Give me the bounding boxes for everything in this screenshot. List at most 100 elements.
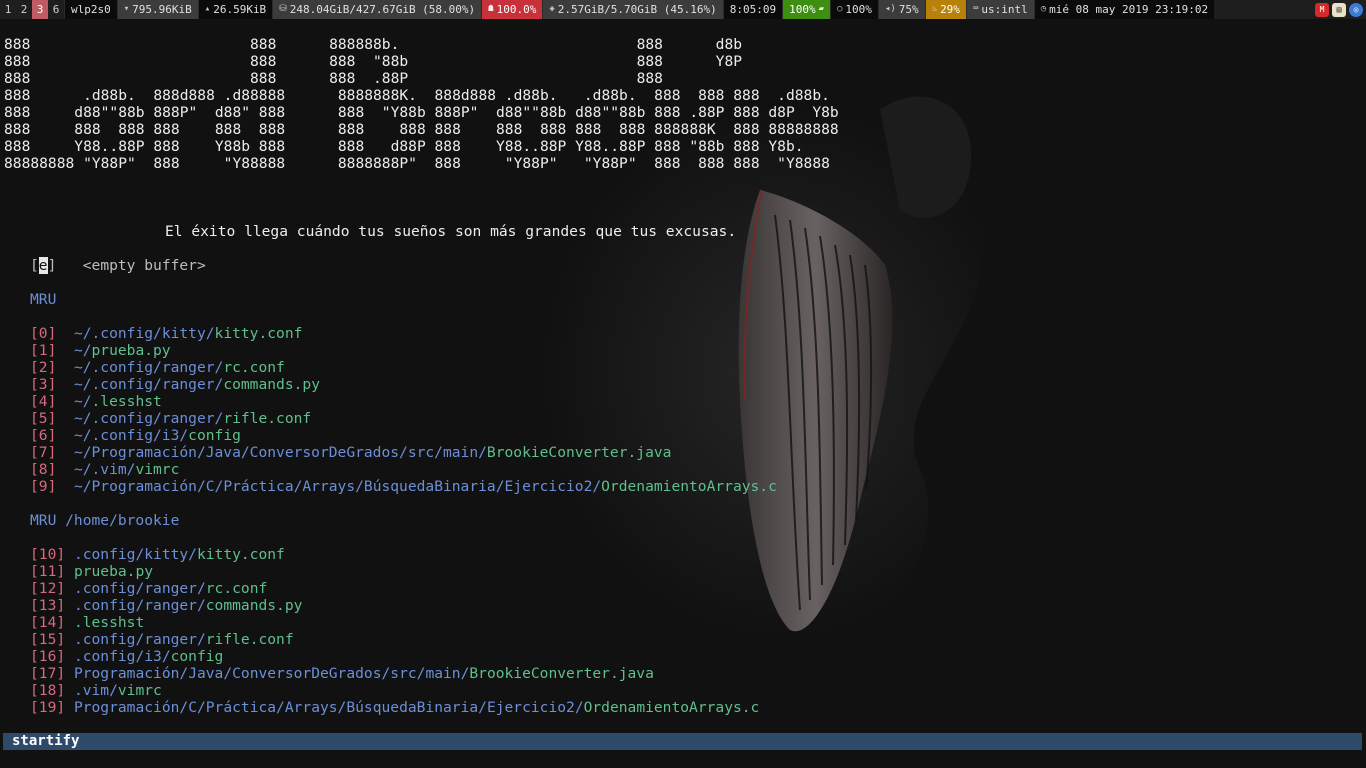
empty-buffer-bracket-close: ] [47, 257, 83, 274]
mru-entry[interactable]: [12] .config/ranger/rc.conf [4, 580, 839, 597]
mru-entry[interactable]: [5] ~/.config/ranger/rifle.conf [4, 410, 839, 427]
entry-dir: .config/ [73, 546, 145, 563]
mru-entry[interactable]: [17] Programación/Java/ConversorDeGrados… [4, 665, 839, 682]
entry-dir: ~/Programación/ [73, 478, 206, 495]
volume-value: 75% [898, 3, 919, 16]
entry-dir: ranger/ [161, 359, 224, 376]
entry-file: .lesshst [91, 393, 162, 410]
mru-entry[interactable]: [6] ~/.config/i3/config [4, 427, 839, 444]
entry-dir: ConversorDeGrados/ [249, 444, 408, 461]
entry-dir: ~/.config/ [73, 325, 162, 342]
entry-dir: i3/ [144, 648, 171, 665]
entry-dir: .vim/ [73, 682, 118, 699]
mru-entry[interactable]: [11] prueba.py [4, 563, 839, 580]
battery: 100% ▰ [782, 0, 830, 19]
entry-dir: Ejercicio2/ [504, 478, 602, 495]
banner-line: 888 888 888 .88P 888 [4, 70, 663, 87]
clipboard-icon[interactable]: ▤ [1332, 2, 1346, 17]
empty-buffer-label: <empty buffer> [82, 257, 206, 274]
entry-dir: C/ [188, 699, 206, 716]
uptime: 8:05:09 [722, 0, 783, 19]
mru-entry[interactable]: [19] Programación/C/Práctica/Arrays/Búsq… [4, 699, 839, 716]
workspace-6[interactable]: 6 [48, 0, 64, 19]
mru-entry[interactable]: [13] .config/ranger/commands.py [4, 597, 839, 614]
mru-entry[interactable]: [10] .config/kitty/kitty.conf [4, 546, 839, 563]
keyboard-layout: ⌨ us:intl [965, 0, 1034, 19]
mru-heading: MRU [30, 291, 57, 308]
entry-index: [19] [30, 699, 66, 716]
entry-dir: Práctica/ [223, 478, 303, 495]
temperature-value: 29% [940, 3, 960, 16]
cursor: e [38, 257, 48, 274]
network-manager-icon[interactable]: ◎ [1349, 2, 1363, 17]
entry-index: [15] [30, 631, 66, 648]
terminal-startify: 888 888 888888b. 888 d8b 888 888 888 "88… [4, 36, 839, 716]
workspace-3[interactable]: 3 [32, 0, 48, 19]
entry-index: [7] [30, 444, 57, 461]
mru-entry[interactable]: [16] .config/i3/config [4, 648, 839, 665]
upload-value: 26.59KiB [213, 3, 267, 16]
clock-icon: ◷ [1040, 4, 1047, 14]
banner-line: 888 Y88..88P 888 Y88b 888 888 d88P 888 Y… [4, 138, 804, 155]
brightness: ○ 100% [830, 0, 878, 19]
mru-entry[interactable]: [9] ~/Programación/C/Práctica/Arrays/Bús… [4, 478, 839, 495]
volume-icon: ◂) [884, 4, 896, 14]
cpu-value: 100.0% [496, 3, 537, 16]
uptime-value: 8:05:09 [729, 3, 777, 16]
mru-entry[interactable]: [14] .lesshst [4, 614, 839, 631]
status-bar: 1 2 3 6 wlp2s0 ▾ 795.96KiB ▴ 26.59KiB ⛁ 248… [0, 0, 1366, 19]
entry-dir: ConversorDeGrados/ [232, 665, 391, 682]
workspace-2[interactable]: 2 [16, 0, 32, 19]
entry-dir: kitty/ [161, 325, 215, 342]
mru-entry[interactable]: [18] .vim/vimrc [4, 682, 839, 699]
mru-entry[interactable]: [0] ~/.config/kitty/kitty.conf [4, 325, 839, 342]
brightness-value: 100% [845, 3, 872, 16]
mru-dir-heading: MRU /home/brookie [30, 512, 180, 529]
entry-file: prueba.py [73, 563, 154, 580]
mru-entry[interactable]: [15] .config/ranger/rifle.conf [4, 631, 839, 648]
entry-file: OrdenamientoArrays.c [583, 699, 760, 716]
disk-icon: ⛁ [279, 4, 287, 14]
entry-dir: Java/ [205, 444, 250, 461]
entry-file: config [188, 427, 241, 444]
entry-index: [0] [30, 325, 57, 342]
mru-entry[interactable]: [8] ~/.vim/vimrc [4, 461, 839, 478]
entry-dir: ranger/ [161, 376, 224, 393]
entry-dir: .config/ [73, 648, 145, 665]
mru-entry[interactable]: [4] ~/.lesshst [4, 393, 839, 410]
banner-line: 888 888 888 888 888 888 888 888 888 888 … [4, 121, 839, 138]
entry-index: [1] [30, 342, 57, 359]
mru-entry[interactable]: [7] ~/Programación/Java/ConversorDeGrado… [4, 444, 839, 461]
download-value: 795.96KiB [132, 3, 192, 16]
workspace-1[interactable]: 1 [0, 0, 16, 19]
mru-entry[interactable]: [1] ~/prueba.py [4, 342, 839, 359]
mail-icon[interactable]: M [1315, 2, 1329, 17]
network-interface: wlp2s0 [64, 0, 117, 19]
banner-line: 888 888 888 "88b 888 Y8P [4, 53, 743, 70]
mru-entry[interactable]: [2] ~/.config/ranger/rc.conf [4, 359, 839, 376]
entry-dir: .config/ [73, 597, 145, 614]
empty-buffer-bracket-open: [ [30, 257, 39, 274]
vim-statusline: startify [3, 733, 1362, 750]
empty-buffer-entry[interactable]: [e] <empty buffer> [4, 257, 839, 274]
mru-entry[interactable]: [3] ~/.config/ranger/commands.py [4, 376, 839, 393]
entry-index: [13] [30, 597, 66, 614]
keyboard-icon: ⌨ [972, 4, 979, 14]
entry-index: [16] [30, 648, 66, 665]
temperature: ♨ 29% [924, 0, 966, 19]
entry-dir: .config/ [73, 580, 145, 597]
entry-dir: src/ [407, 444, 443, 461]
entry-dir: C/ [205, 478, 224, 495]
entry-dir: main/ [425, 665, 470, 682]
entry-dir: .config/ [73, 631, 145, 648]
battery-value: 100% [789, 3, 816, 16]
entry-file: BrookieConverter.java [486, 444, 672, 461]
entry-index: [8] [30, 461, 57, 478]
entry-index: [18] [30, 682, 66, 699]
quote-text: El éxito llega cuándo tus sueños son más… [165, 223, 737, 240]
entry-index: [14] [30, 614, 66, 631]
datetime-value: mié 08 may 2019 23:19:02 [1049, 3, 1209, 16]
volume[interactable]: ◂) 75% [877, 0, 925, 19]
entry-file: config [170, 648, 224, 665]
memory-icon: ◈ [549, 4, 555, 14]
